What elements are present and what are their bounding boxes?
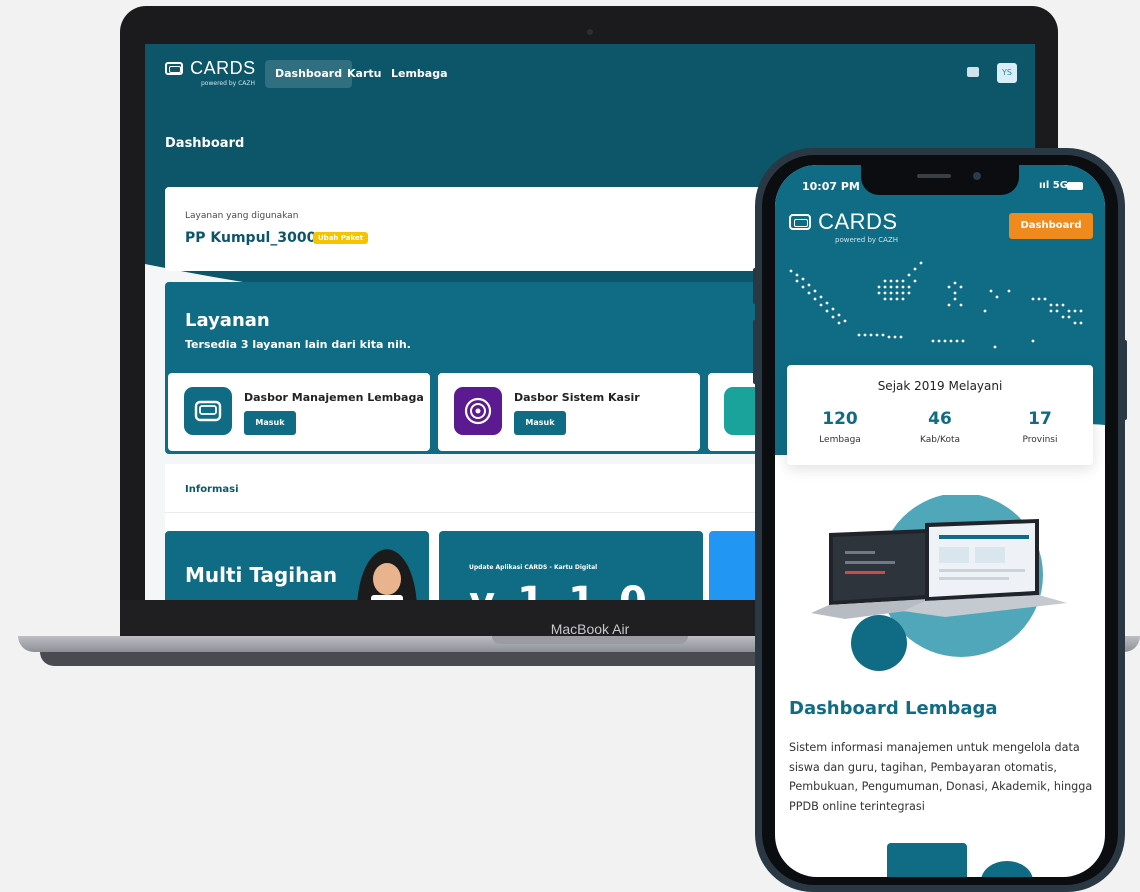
nav-lembaga[interactable]: Lembaga — [381, 60, 458, 88]
layanan-title: Layanan — [185, 310, 270, 331]
stat-label: Lembaga — [819, 435, 861, 445]
message-icon[interactable] — [967, 67, 979, 77]
top-navbar: CARDS powered by CAZH Dashboard Kartu Le… — [145, 44, 1035, 104]
laptop-hinge-notch — [492, 636, 688, 644]
service-name: Dasbor Manajemen Lembaga — [244, 391, 424, 404]
logo-text: CARDS — [818, 209, 898, 234]
user-avatar[interactable]: YS — [997, 63, 1017, 83]
service-item-manajemen: Dasbor Manajemen Lembaga Masuk — [168, 373, 430, 451]
stat-lembaga: 120 Lembaga — [795, 409, 885, 445]
stat-value: 120 — [822, 409, 858, 429]
informasi-title: Informasi — [185, 484, 239, 495]
status-time: 10:07 PM — [802, 180, 860, 193]
kasir-app-icon — [454, 387, 502, 435]
stat-label: Provinsi — [1022, 435, 1058, 445]
card-logo-icon — [165, 62, 183, 75]
battery-icon — [1067, 182, 1083, 190]
preview-thumbnail — [887, 843, 967, 877]
logo-text: CARDS — [190, 58, 256, 78]
dashboard-button[interactable]: Dashboard — [1009, 213, 1093, 239]
service-item-kasir: Dasbor Sistem Kasir Masuk — [438, 373, 700, 451]
masuk-button[interactable]: Masuk — [514, 411, 566, 435]
logo-tagline: powered by CAZH — [835, 236, 899, 244]
cards-app-icon — [184, 387, 232, 435]
woman-photo-icon — [357, 549, 417, 600]
banner-title: Multi Tagihan — [185, 563, 338, 587]
stat-provinsi: 17 Provinsi — [995, 409, 1085, 445]
banner-version: v 1.1.0 — [469, 579, 651, 600]
service-value: PP Kumpul_3000 — [185, 230, 317, 246]
cards-logo[interactable]: CARDS powered by CAZH — [165, 58, 256, 87]
stats-title: Sejak 2019 Melayani — [877, 379, 1003, 393]
masuk-button[interactable]: Masuk — [244, 411, 296, 435]
banner-multi-tagihan[interactable]: Multi Tagihan — [165, 531, 429, 600]
banner-update[interactable]: Update Aplikasi CARDS - Kartu Digital v … — [439, 531, 703, 600]
service-name: Dasbor Sistem Kasir — [514, 391, 640, 404]
signal-bars-icon: ııl — [1039, 180, 1053, 191]
change-package-badge[interactable]: Ubah Paket — [313, 232, 369, 244]
decorative-circle — [981, 861, 1033, 877]
service-label: Layanan yang digunakan — [185, 211, 299, 221]
stat-value: 17 — [1028, 409, 1052, 429]
phone-notch — [861, 165, 1019, 195]
stat-label: Kab/Kota — [919, 435, 960, 445]
layanan-subtitle: Tersedia 3 layanan lain dari kita nih. — [185, 338, 411, 351]
stat-value: 46 — [928, 409, 952, 429]
section-description: Sistem informasi manajemen untuk mengelo… — [789, 741, 1093, 813]
page-title: Dashboard — [165, 136, 245, 151]
cards-logo[interactable]: CARDS powered by CAZH — [789, 209, 898, 244]
stats-card: Sejak 2019 Melayani 120 Lembaga 46 Kab/K… — [787, 365, 1093, 465]
logo-tagline: powered by CAZH — [201, 80, 256, 87]
current-service-card: Layanan yang digunakan PP Kumpul_3000 Ub… — [165, 187, 785, 271]
card-logo-icon — [789, 214, 811, 230]
phone-screen: 10:07 PM ııl 5G CARDS powered by CAZH Da… — [775, 165, 1105, 877]
indonesia-dot-map — [789, 261, 1083, 349]
stat-kab-kota: 46 Kab/Kota — [895, 409, 985, 445]
section-heading: Dashboard Lembaga — [789, 698, 998, 719]
banner-update-text: Update Aplikasi CARDS - Kartu Digital — [469, 564, 598, 571]
laptops-illustration — [811, 495, 1067, 671]
front-camera — [973, 172, 981, 180]
signal-indicator: ııl 5G — [1039, 180, 1068, 191]
speaker-grille — [917, 174, 951, 178]
laptop-camera — [587, 29, 593, 35]
laptop-brand-label: MacBook Air — [550, 621, 630, 637]
